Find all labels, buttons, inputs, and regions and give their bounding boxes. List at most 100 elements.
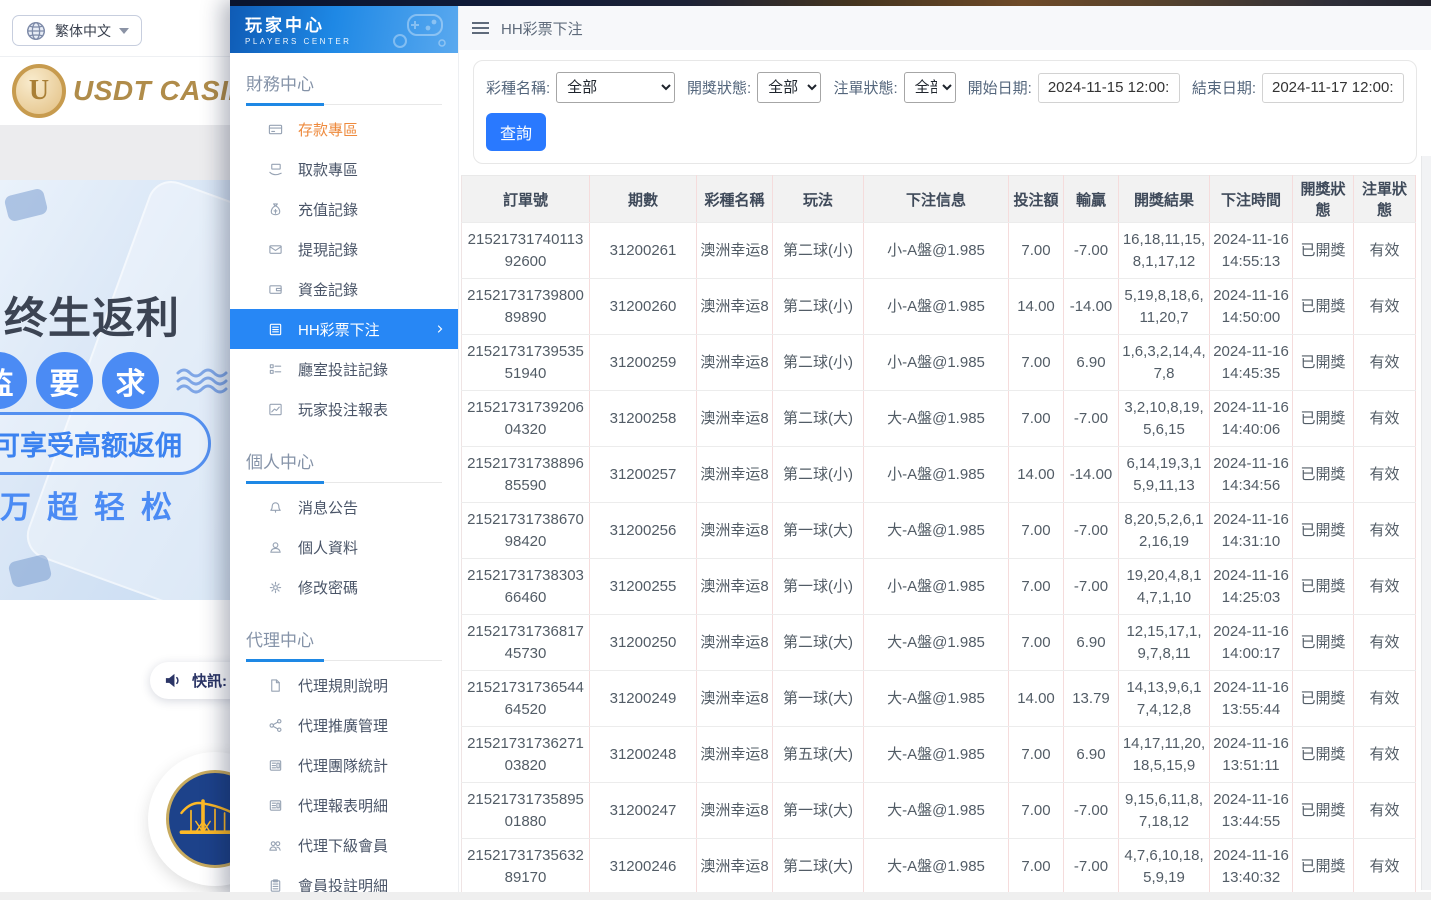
table-cell: 有效 [1354,447,1416,503]
table-row: 215217317392060432031200258澳洲幸运8第二球(大)大-… [462,391,1416,447]
sidebar-item-player-bet-report[interactable]: 玩家投注報表 [230,389,458,429]
bets-table-wrap: 訂單號期數彩種名稱玩法下注信息投注額輸贏開獎結果下注時間開獎狀態注單狀態 215… [461,175,1415,895]
table-cell: 第二球(大) [773,839,864,895]
table-cell: 7.00 [1009,335,1064,391]
table-cell: 7.00 [1009,615,1064,671]
sidebar-item-room-bet-record[interactable]: 廳室投註記錄 [230,349,458,389]
table-cell: 2152173173980089890 [462,279,590,335]
table-cell: 有效 [1354,559,1416,615]
table-cell: 澳洲幸运8 [697,783,773,839]
language-label: 繁体中文 [55,21,111,41]
promo-badge: 要 [36,352,93,409]
sidebar-item-funds-record[interactable]: 資金記錄 [230,269,458,309]
table-cell: 2152173173654464520 [462,671,590,727]
table-cell: 已開獎 [1293,391,1354,447]
chart-icon [268,402,283,417]
sidebar-item-recharge-record[interactable]: 充值記錄 [230,189,458,229]
table-cell: 已開獎 [1293,671,1354,727]
sidebar-item-agent-sub-members[interactable]: 代理下級會員 [230,825,458,865]
sidebar-section-items: 存款專區取款專區充值記錄提現記錄資金記錄 HH彩票下注廳室投註記錄玩家投注報表 [230,105,458,431]
search-button[interactable]: 查詢 [486,113,546,151]
table-cell: 2024-11-16 14:40:06 [1210,391,1293,447]
table-cell: 澳洲幸运8 [697,391,773,447]
table-cell: 有效 [1354,503,1416,559]
table-cell: 7.00 [1009,223,1064,279]
bell-icon [268,500,283,515]
sidebar-item-label: 取款專區 [298,159,358,180]
checklist-icon [268,362,283,377]
sidebar-item-withdraw-record[interactable]: 提現記錄 [230,229,458,269]
chevron-down-icon [119,28,129,34]
table-cell: 2024-11-16 14:00:17 [1210,615,1293,671]
table-cell: 2024-11-16 14:25:03 [1210,559,1293,615]
table-cell: 31200261 [590,223,697,279]
table-cell: 小-A盤@1.985 [864,279,1009,335]
sidebar-item-label: 充值記錄 [298,199,358,220]
table-cell: 大-A盤@1.985 [864,615,1009,671]
sidebar-item-label: 代理報表明細 [298,795,388,816]
table-row: 215217317358950188031200247澳洲幸运8第一球(大)大-… [462,783,1416,839]
sidebar-section-items: 消息公告個人資料修改密碼 [230,483,458,609]
draw-status-select[interactable]: 全部 [757,72,821,103]
promo-badge: 求 [102,352,159,409]
table-cell: -7.00 [1064,223,1119,279]
hand-cash-icon [268,162,283,177]
table-cell: 小-A盤@1.985 [864,447,1009,503]
table-cell: 2024-11-16 13:44:55 [1210,783,1293,839]
users-icon [268,838,283,853]
main-header: HH彩票下注 [459,6,1431,50]
sidebar-item-label: HH彩票下注 [298,319,380,340]
waves-icon [174,365,230,397]
sidebar-sections: 財務中心存款專區取款專區充值記錄提現記錄資金記錄HH彩票下注廳室投註記錄玩家投注… [230,70,458,900]
sidebar-item-deposit-zone[interactable]: 存款專區 [230,109,458,149]
table-cell: 2024-11-16 13:40:32 [1210,839,1293,895]
table-cell: 7.00 [1009,391,1064,447]
table-cell: 已開獎 [1293,783,1354,839]
sidebar-item-agent-team-stats[interactable]: 代理團隊統計 [230,745,458,785]
end-date-input[interactable] [1262,73,1404,103]
lottery-name-select[interactable]: 全部 [556,72,675,103]
sidebar-item-profile[interactable]: 個人資料 [230,527,458,567]
report-icon [268,758,283,773]
table-cell: 已開獎 [1293,559,1354,615]
table-cell: 2152173174011392600 [462,223,590,279]
table-cell: 2024-11-16 14:45:35 [1210,335,1293,391]
sidebar-item-change-password[interactable]: 修改密碼 [230,567,458,607]
column-header: 開獎狀態 [1293,176,1354,223]
promo-badge: 监 [0,352,27,409]
column-header: 注單狀態 [1354,176,1416,223]
table-cell: 13.79 [1064,671,1119,727]
table-cell: 有效 [1354,391,1416,447]
report-icon [268,798,283,813]
clipboard-icon [268,878,283,893]
sidebar-item-announcements[interactable]: 消息公告 [230,487,458,527]
table-cell: 第二球(大) [773,615,864,671]
filter-row: 彩種名稱:全部開獎狀態:全部注單狀態:全部開始日期:結束日期: [486,72,1404,103]
column-header: 彩種名稱 [697,176,773,223]
sidebar-item-label: 代理團隊統計 [298,755,388,776]
moneybag-icon [268,202,283,217]
sidebar-item-hh-lottery-bets[interactable]: HH彩票下注 [230,309,458,349]
sidebar-item-agent-rules[interactable]: 代理規則說明 [230,665,458,705]
sidebar-item-agent-promotion[interactable]: 代理推廣管理 [230,705,458,745]
table-cell: -7.00 [1064,839,1119,895]
sidebar-item-withdraw-zone[interactable]: 取款專區 [230,149,458,189]
vertical-scrollbar[interactable] [1421,156,1431,890]
order-status-select[interactable]: 全部 [904,72,956,103]
table-cell: 5,19,8,18,6,11,20,7 [1119,279,1210,335]
table-cell: 已開獎 [1293,335,1354,391]
language-selector[interactable]: 繁体中文 [12,15,142,46]
table-cell: 有效 [1354,615,1416,671]
table-cell: 31200248 [590,727,697,783]
table-cell: 7.00 [1009,503,1064,559]
table-cell: 已開獎 [1293,839,1354,895]
start-date-input[interactable] [1038,73,1180,103]
sidebar-item-agent-report-detail[interactable]: 代理報表明細 [230,785,458,825]
table-cell: -14.00 [1064,447,1119,503]
table-cell: 澳洲幸运8 [697,503,773,559]
table-cell: 2152173173920604320 [462,391,590,447]
page-title: HH彩票下注 [501,18,583,39]
table-cell: 第二球(小) [773,447,864,503]
table-cell: 6.90 [1064,727,1119,783]
menu-toggle-icon[interactable] [472,22,489,34]
